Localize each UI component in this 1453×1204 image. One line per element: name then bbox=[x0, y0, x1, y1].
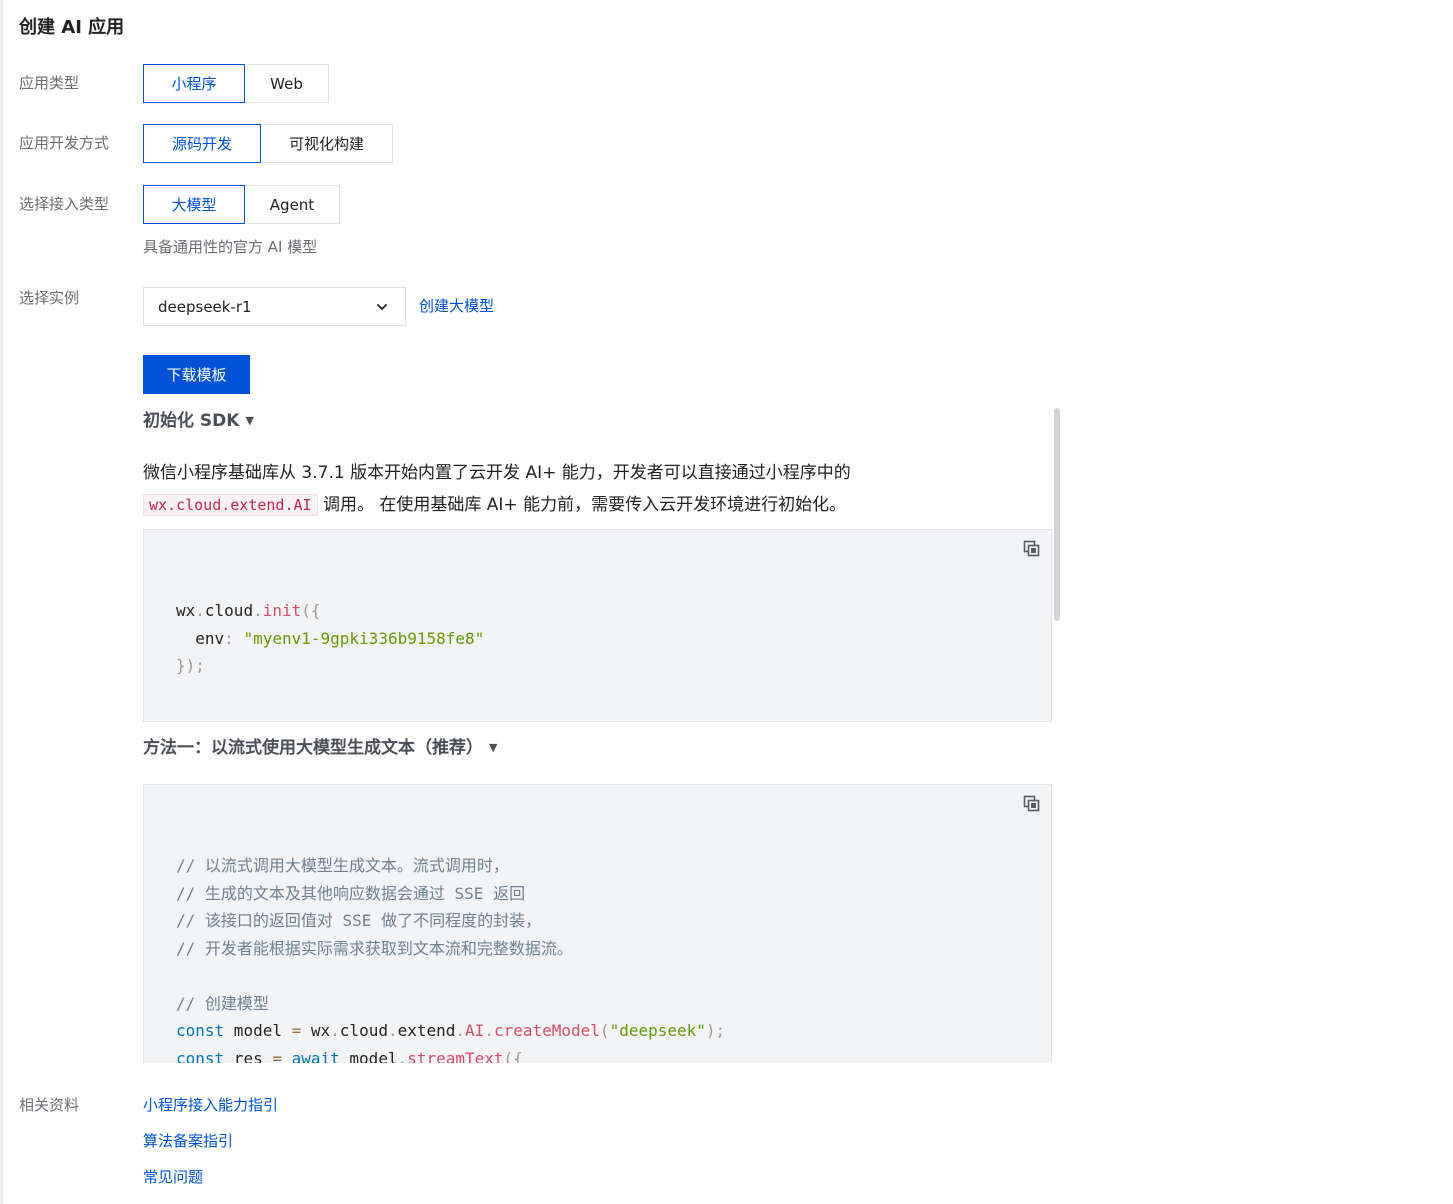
dev-mode-option-source[interactable]: 源码开发 bbox=[143, 124, 261, 163]
app-type-option-web[interactable]: Web bbox=[245, 64, 329, 103]
init-sdk-text-after: 调用。 在使用基础库 AI+ 能力前，需要传入云开发环境进行初始化。 bbox=[317, 495, 847, 515]
resource-link-algorithm-filing[interactable]: 算法备案指引 bbox=[143, 1130, 233, 1152]
dev-mode-selector: 源码开发 可视化构建 bbox=[143, 124, 393, 163]
caret-down-icon: ▼ bbox=[489, 741, 498, 754]
init-sdk-description: 微信小程序基础库从 3.7.1 版本开始内置了云开发 AI+ 能力，开发者可以直… bbox=[143, 457, 933, 521]
instance-select[interactable]: deepseek-r1 bbox=[143, 287, 406, 326]
code-stream-content: // 以流式调用大模型生成文本。流式调用时， // 生成的文本及其他响应数据会通… bbox=[176, 856, 726, 1063]
caret-down-icon: ▼ bbox=[245, 414, 254, 427]
resources-label: 相关资料 bbox=[19, 1096, 80, 1114]
code-block-init: wx.cloud.init({ env: "myenv1-9gpki336b91… bbox=[143, 529, 1052, 722]
code-block-stream: // 以流式调用大模型生成文本。流式调用时， // 生成的文本及其他响应数据会通… bbox=[143, 784, 1052, 1063]
resource-link-faq[interactable]: 常见问题 bbox=[143, 1166, 203, 1188]
access-type-option-agent[interactable]: Agent bbox=[245, 185, 340, 224]
access-type-option-llm[interactable]: 大模型 bbox=[143, 185, 245, 224]
app-type-option-miniprogram[interactable]: 小程序 bbox=[143, 64, 245, 103]
chevron-down-icon bbox=[377, 304, 387, 310]
section-init-sdk-toggle[interactable]: 初始化 SDK ▼ bbox=[143, 408, 254, 434]
code-init-content: wx.cloud.init({ env: "myenv1-9gpki336b91… bbox=[176, 601, 485, 675]
access-type-selector: 大模型 Agent bbox=[143, 185, 340, 224]
instance-label: 选择实例 bbox=[19, 289, 80, 307]
copy-icon[interactable] bbox=[1023, 795, 1040, 812]
access-type-hint: 具备通用性的官方 AI 模型 bbox=[143, 238, 318, 256]
section-init-sdk-title: 初始化 SDK bbox=[143, 411, 240, 431]
inline-code-ai-namespace: wx.cloud.extend.AI bbox=[143, 494, 318, 516]
instance-select-value: deepseek-r1 bbox=[158, 297, 252, 316]
dev-mode-label: 应用开发方式 bbox=[19, 134, 110, 152]
section-stream-text-toggle[interactable]: 方法一：以流式使用大模型生成文本（推荐） ▼ bbox=[143, 735, 497, 761]
create-model-link[interactable]: 创建大模型 bbox=[419, 295, 494, 317]
app-type-label: 应用类型 bbox=[19, 74, 80, 92]
content-scrollbar[interactable] bbox=[1054, 408, 1060, 621]
code-guide-panel[interactable]: 初始化 SDK ▼ 微信小程序基础库从 3.7.1 版本开始内置了云开发 AI+… bbox=[143, 406, 1060, 1063]
access-type-label: 选择接入类型 bbox=[19, 195, 110, 213]
section-stream-text-title: 方法一：以流式使用大模型生成文本（推荐） bbox=[143, 738, 483, 758]
resource-link-miniprogram-guide[interactable]: 小程序接入能力指引 bbox=[143, 1094, 278, 1116]
page-title: 创建 AI 应用 bbox=[19, 17, 125, 38]
copy-icon[interactable] bbox=[1023, 540, 1040, 557]
app-type-selector: 小程序 Web bbox=[143, 64, 329, 103]
left-edge-border bbox=[0, 0, 3, 1204]
download-template-button[interactable]: 下载模板 bbox=[143, 355, 250, 394]
init-sdk-text-before: 微信小程序基础库从 3.7.1 版本开始内置了云开发 AI+ 能力，开发者可以直… bbox=[143, 463, 851, 483]
dev-mode-option-visual[interactable]: 可视化构建 bbox=[261, 124, 393, 163]
